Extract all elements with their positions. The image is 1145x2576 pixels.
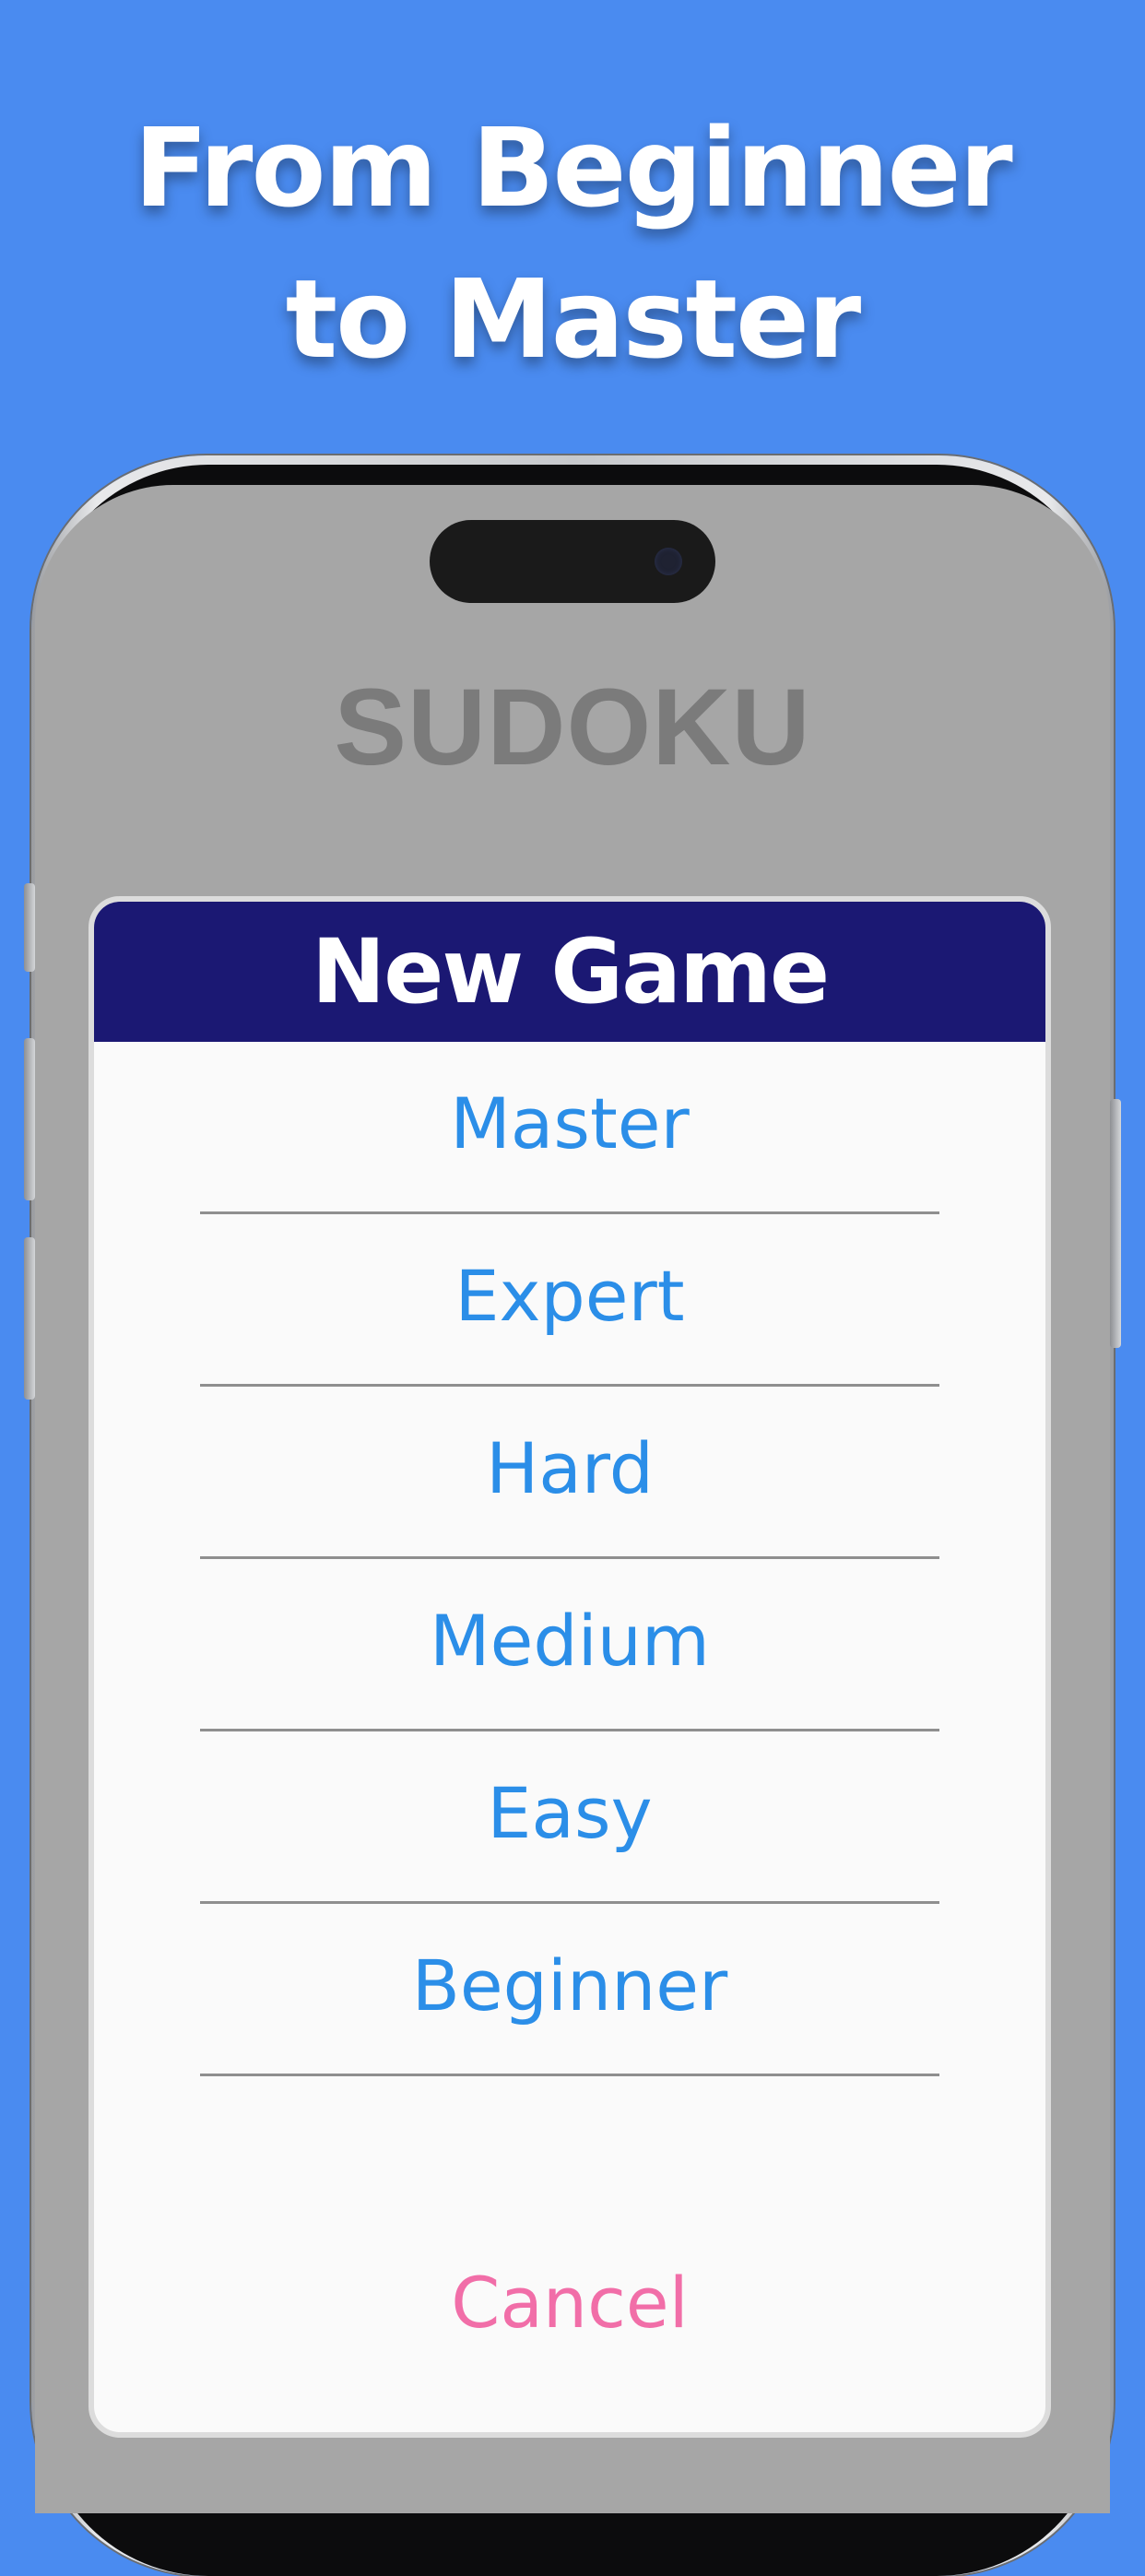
dialog-title: New Game: [94, 902, 1045, 1042]
divider: [200, 2074, 939, 2076]
option-label: Easy: [487, 1772, 653, 1854]
promo-headline-line1: From Beginner: [134, 104, 1012, 231]
difficulty-list: Master Expert Hard Medium Easy Beginner: [94, 1042, 1045, 2076]
promo-headline-line2: to Master: [285, 255, 861, 383]
promo-headline: From Beginner to Master: [0, 92, 1145, 395]
difficulty-option-master[interactable]: Master: [94, 1042, 1045, 1214]
difficulty-option-medium[interactable]: Medium: [94, 1559, 1045, 1731]
volume-up-button: [24, 1038, 35, 1200]
option-label: Medium: [430, 1600, 710, 1682]
action-button: [24, 883, 35, 972]
option-label: Beginner: [411, 1944, 728, 2027]
camera-icon: [655, 548, 682, 575]
difficulty-option-beginner[interactable]: Beginner: [94, 1904, 1045, 2076]
difficulty-option-easy[interactable]: Easy: [94, 1731, 1045, 1904]
new-game-dialog: New Game Master Expert Hard Medium Easy: [89, 896, 1051, 2438]
cancel-button[interactable]: Cancel: [94, 2257, 1045, 2349]
option-label: Hard: [486, 1427, 654, 1509]
option-label: Expert: [454, 1255, 685, 1337]
difficulty-option-expert[interactable]: Expert: [94, 1214, 1045, 1387]
app-title: SUDOKU: [334, 667, 811, 788]
power-button: [1110, 1099, 1121, 1348]
option-label: Master: [450, 1082, 690, 1164]
dynamic-island: [430, 520, 715, 603]
volume-down-button: [24, 1237, 35, 1400]
difficulty-option-hard[interactable]: Hard: [94, 1387, 1045, 1559]
phone-screen: SUDOKU New Game Master Expert Hard Mediu…: [35, 485, 1110, 2513]
